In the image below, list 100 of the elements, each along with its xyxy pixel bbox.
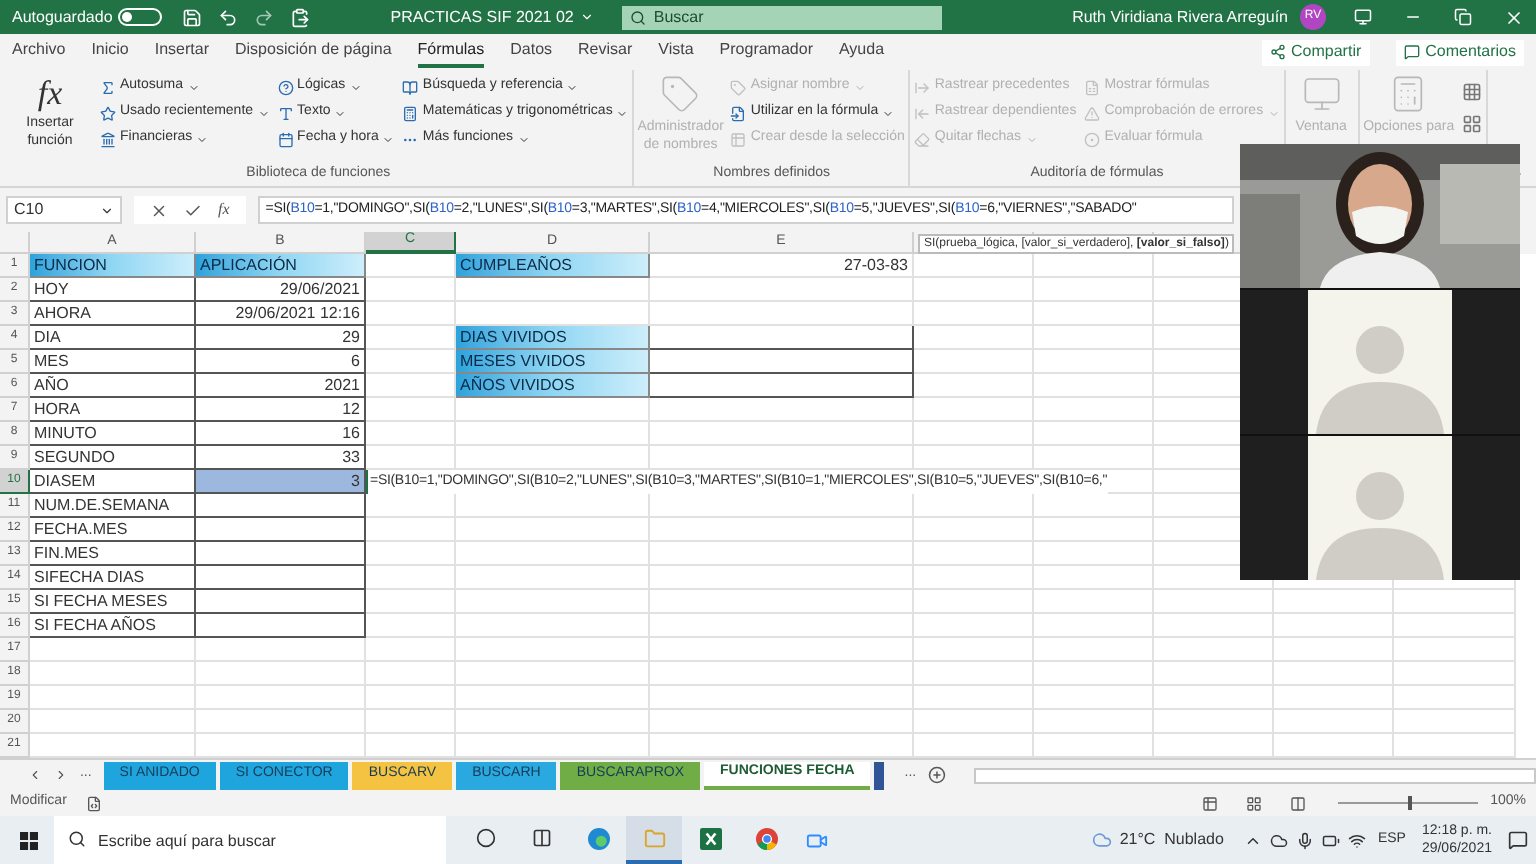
spreadsheet-app-icon [699, 827, 721, 849]
cell [914, 566, 1034, 590]
share-button[interactable]: Compartir [1261, 39, 1370, 65]
battery-icon[interactable] [1321, 831, 1340, 849]
cell [1034, 662, 1154, 686]
video-app-icon[interactable] [806, 829, 828, 851]
cell: 2021 [196, 374, 366, 398]
cell [1394, 662, 1516, 686]
menu-tab[interactable]: Ayuda [838, 37, 885, 67]
cell [1274, 590, 1394, 614]
menu-tab[interactable]: Programador [719, 37, 813, 67]
caret-icon[interactable] [579, 10, 594, 24]
mic-icon[interactable] [1295, 831, 1314, 849]
enter-icon[interactable] [184, 201, 202, 219]
scroll-left-icon[interactable] [28, 768, 42, 782]
close-icon[interactable] [1504, 7, 1524, 27]
layout-icon[interactable] [1462, 114, 1483, 134]
sheet-icon [1084, 79, 1101, 95]
question-icon [277, 79, 294, 95]
function-glyph: fx [37, 74, 63, 114]
user-name: Ruth Viridiana Rivera Arreguín [1072, 5, 1288, 29]
weather-text[interactable]: 21°C Nublado [1119, 828, 1224, 852]
heading-cell: CUMPLEAÑOS [456, 254, 650, 278]
cell: 6 [196, 350, 366, 374]
cell [366, 710, 456, 734]
caret-icon [187, 81, 200, 93]
page-break-icon[interactable] [1290, 795, 1307, 811]
zoom-thumb[interactable] [1408, 796, 1413, 810]
macro-icon[interactable] [86, 795, 103, 811]
search-field[interactable]: Buscar [621, 5, 942, 29]
heading-cell: APLICACIÓN [196, 254, 366, 278]
cell: 16 [196, 422, 366, 446]
cell [1034, 638, 1154, 662]
heading-cell: AÑOS VIVIDOS [456, 374, 650, 398]
caret-icon [334, 107, 347, 119]
menu-tab[interactable]: Archivo [12, 37, 66, 67]
cell [1394, 710, 1516, 734]
wifi-icon[interactable] [1347, 831, 1366, 849]
horizontal-scrollbar[interactable] [974, 767, 1536, 783]
ribbon-display-icon[interactable] [1354, 8, 1372, 26]
cell-reference: C10 [14, 198, 44, 222]
cell [914, 686, 1034, 710]
monitor-icon [1301, 74, 1342, 114]
cell [1394, 638, 1516, 662]
cell: 29/06/2021 [196, 278, 366, 302]
cell [1154, 614, 1274, 638]
caret-icon [517, 133, 530, 145]
cell [914, 638, 1034, 662]
scroll-right-icon[interactable] [53, 768, 68, 782]
page-layout-icon[interactable] [1246, 795, 1263, 811]
eraser-icon [914, 131, 931, 147]
menu-tab[interactable]: Datos [510, 37, 553, 67]
autosave-toggle[interactable] [118, 8, 163, 26]
star-icon [100, 105, 116, 121]
windows-logo-icon[interactable] [20, 831, 38, 849]
taskbar-search-field[interactable]: Escribe aquí para buscar [54, 816, 446, 864]
task-view-icon [532, 828, 552, 848]
search-icon [629, 9, 646, 25]
comments-button[interactable]: Comentarios [1395, 39, 1524, 65]
cell [1034, 686, 1154, 710]
normal-view-icon[interactable] [1202, 795, 1219, 811]
cell [1034, 566, 1154, 590]
menu-tab[interactable]: Vista [658, 37, 694, 67]
caret-icon [257, 107, 270, 119]
cell [1154, 686, 1274, 710]
autosave-label: Autoguardado [12, 5, 113, 29]
menu-tab[interactable]: Disposición de página [235, 37, 392, 67]
undo-icon[interactable] [218, 7, 239, 27]
cancel-icon[interactable] [150, 201, 168, 219]
name-box[interactable]: C10 [6, 196, 122, 224]
cloud-icon[interactable] [1269, 831, 1288, 849]
cell [1154, 710, 1274, 734]
cell [914, 542, 1034, 566]
add-sheet-icon[interactable] [928, 766, 947, 784]
cell: SI FECHA AÑOS [30, 614, 196, 638]
cell [1034, 614, 1154, 638]
menu-tab[interactable]: Insertar [154, 37, 209, 67]
book-icon [402, 79, 419, 95]
heading-cell: MESES VIVIDOS [456, 350, 650, 374]
cell: SI FECHA MESES [30, 590, 196, 614]
paste-icon[interactable] [290, 7, 311, 27]
cell [914, 494, 1034, 518]
cell: FIN.MES [30, 542, 196, 566]
menu-tab[interactable]: Revisar [578, 37, 633, 67]
menu-tab[interactable]: Inicio [91, 37, 129, 67]
cell [914, 302, 1034, 326]
arrow-right-icon [914, 79, 931, 95]
sheet-tab[interactable] [874, 761, 885, 789]
chrome-icon [755, 827, 777, 849]
redo-icon[interactable] [254, 7, 275, 27]
cell [1274, 686, 1394, 710]
bank-icon [100, 131, 116, 147]
restore-icon[interactable] [1454, 8, 1472, 26]
save-icon[interactable] [182, 7, 203, 27]
insert-function-button[interactable]: fx [218, 198, 230, 222]
cell: FECHA.MES [30, 518, 196, 542]
arrow-left-icon [914, 105, 931, 121]
grid-icon[interactable] [1462, 82, 1483, 102]
notification-icon[interactable] [1508, 830, 1528, 850]
comment-icon [1403, 44, 1420, 60]
